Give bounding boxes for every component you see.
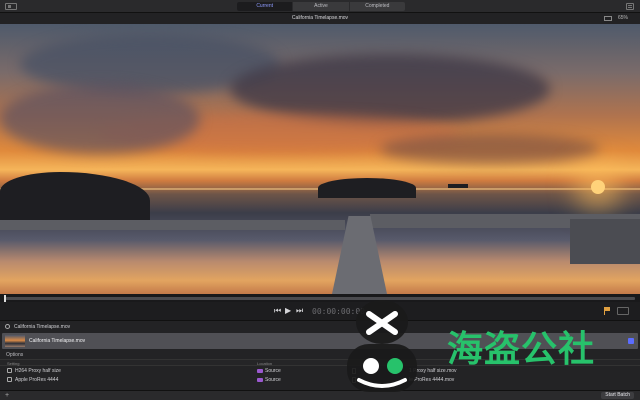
pirate-skull-watermark-icon xyxy=(347,300,417,392)
previous-frame-icon[interactable]: ⏮ xyxy=(274,307,281,315)
start-batch-button[interactable]: Start Batch xyxy=(601,392,634,399)
rock-left xyxy=(0,172,150,220)
encoding-setting-icon xyxy=(7,368,12,373)
viewer-header: California Timelapse.mov 65% xyxy=(0,13,640,24)
title-bar: Current Active Completed xyxy=(0,0,640,13)
folder-icon xyxy=(257,369,263,373)
next-frame-icon[interactable]: ⏭ xyxy=(296,307,303,315)
clip-thumbnail xyxy=(5,335,25,347)
batch-file-header: California Timelapse.mov xyxy=(5,324,70,330)
encoding-setting-icon xyxy=(7,377,12,382)
rock-center xyxy=(318,178,416,198)
add-button[interactable]: + xyxy=(5,392,9,399)
play-icon[interactable]: ▶ xyxy=(285,307,291,315)
gear-icon[interactable] xyxy=(5,324,10,329)
cloud xyxy=(0,84,200,154)
cloud xyxy=(380,134,600,164)
setting-name: H264 Proxy half size xyxy=(15,368,61,374)
playhead[interactable] xyxy=(4,295,6,302)
sidebar-toggle-icon[interactable] xyxy=(5,3,17,10)
video-preview xyxy=(0,24,640,294)
batch-view-switcher: Current Active Completed xyxy=(237,2,405,11)
zoom-level[interactable]: 65% xyxy=(618,15,628,21)
location-value[interactable]: Source xyxy=(265,377,281,383)
pool-wall xyxy=(570,219,640,264)
layout-icon[interactable] xyxy=(604,16,612,21)
setting-name: Apple ProRes 4444 xyxy=(15,377,59,383)
viewer-options-button[interactable] xyxy=(617,307,629,315)
tab-active[interactable]: Active xyxy=(293,2,350,11)
viewer-title: California Timelapse.mov xyxy=(291,15,349,21)
folder-icon xyxy=(257,378,263,382)
options-label: Options xyxy=(6,352,24,358)
flag-icon[interactable] xyxy=(604,307,611,315)
tab-current[interactable]: Current xyxy=(237,2,294,11)
clip-name: California Timelapse.mov xyxy=(29,338,86,344)
sun xyxy=(591,180,605,194)
transport-bar: ⏮ ▶ ⏭ 00:00:00:00 xyxy=(0,302,640,320)
batch-file-name: California Timelapse.mov xyxy=(14,324,71,330)
list-icon[interactable] xyxy=(626,3,634,10)
scrubber-track[interactable] xyxy=(5,297,635,300)
rock-small xyxy=(448,184,468,188)
clip-selected-checkbox[interactable] xyxy=(628,338,634,344)
table-row[interactable]: Apple ProRes 4444 Source le ProRes 4444.… xyxy=(0,376,640,384)
bottom-bar: + Start Batch xyxy=(0,390,640,400)
scrubber[interactable] xyxy=(0,294,640,302)
pool-wall xyxy=(0,220,345,230)
tab-completed[interactable]: Completed xyxy=(350,2,405,11)
column-setting[interactable]: Setting xyxy=(7,361,19,366)
location-value[interactable]: Source xyxy=(265,368,281,374)
column-location[interactable]: Location xyxy=(257,361,272,366)
watermark-text: 海盗公社 xyxy=(447,329,596,370)
